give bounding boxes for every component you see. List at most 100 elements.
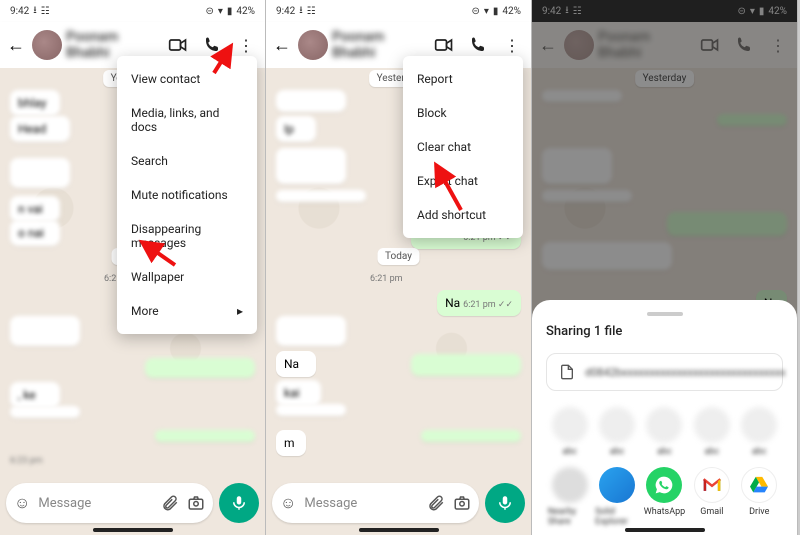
- share-drive[interactable]: Drive: [737, 467, 781, 527]
- battery-icon: ▮: [227, 6, 233, 17]
- nearby-share-row: abc abc abc abc abc: [546, 407, 783, 457]
- share-label: Nearby Share: [548, 507, 592, 527]
- phone-screenshot-3: 9:42 ⭳ ☷ ⊝ ▾ ▮ 42% ← Poonam Bhabhi ⋮ Yes…: [532, 0, 798, 535]
- chat-bubble: [10, 158, 70, 188]
- attach-button[interactable]: [427, 494, 445, 512]
- menu-report[interactable]: Report: [403, 62, 523, 96]
- menu-export-chat[interactable]: Export chat: [403, 164, 523, 198]
- timestamp: 6:21 pm: [370, 274, 403, 284]
- chat-bubble: Head: [10, 116, 70, 142]
- drive-icon: [741, 467, 777, 503]
- chat-bubble: [276, 148, 346, 184]
- nearby-target[interactable]: abc: [595, 407, 639, 457]
- avatar[interactable]: [298, 30, 328, 60]
- chat-bubble: m: [276, 430, 306, 456]
- statusbar: 9:42 ⭳ ☷ ⊝ ▾ ▮ 42%: [266, 0, 531, 22]
- chevron-right-icon: ▸: [237, 304, 243, 318]
- share-label: WhatsApp: [644, 507, 685, 517]
- download-icon: ⭳: [299, 3, 303, 20]
- message-input-container: ☺ Message: [6, 483, 213, 523]
- battery-level: 42%: [502, 6, 521, 17]
- mic-button[interactable]: [219, 483, 259, 523]
- chat-bubble: Ip: [276, 116, 316, 142]
- menu-media-links-docs[interactable]: Media, links, and docs: [117, 96, 257, 144]
- back-button[interactable]: ←: [4, 35, 28, 56]
- chat-bubble: kai: [276, 380, 321, 406]
- nav-bar[interactable]: [93, 528, 173, 532]
- message-input[interactable]: Message: [38, 496, 153, 511]
- menu-block[interactable]: Block: [403, 96, 523, 130]
- chat-bubble-out: Na 6:21 pm ✓✓: [437, 290, 521, 316]
- menu-view-contact[interactable]: View contact: [117, 62, 257, 96]
- chat-bubble: [276, 190, 366, 202]
- solid-explorer-icon: [599, 467, 635, 503]
- mic-button[interactable]: [485, 483, 525, 523]
- message-input-container: ☺ Message: [272, 483, 479, 523]
- message-bar: ☺ Message: [272, 483, 525, 523]
- camera-button[interactable]: [187, 494, 205, 512]
- calendar-icon: ☷: [41, 6, 50, 17]
- share-sheet: Sharing 1 file d0842bxxxxxxxxxxxxxxxxxxx…: [532, 300, 797, 535]
- dnd-icon: ⊝: [471, 6, 479, 17]
- file-name: d0842bxxxxxxxxxxxxxxxxxxxxxxxxxxxxxx: [585, 366, 786, 379]
- gmail-icon: [694, 467, 730, 503]
- share-label: Drive: [749, 507, 769, 517]
- nearby-target[interactable]: abc: [642, 407, 686, 457]
- nearby-target[interactable]: abc: [690, 407, 734, 457]
- menu-wallpaper[interactable]: Wallpaper: [117, 260, 257, 294]
- chat-bubble: [421, 430, 521, 442]
- timestamp: 6:23 pm: [10, 456, 43, 466]
- nearby-target[interactable]: abc: [737, 407, 781, 457]
- message-input[interactable]: Message: [304, 496, 419, 511]
- wifi-icon: ▾: [218, 6, 223, 17]
- calendar-icon: ☷: [307, 6, 316, 17]
- nearby-share-icon: [552, 467, 588, 503]
- menu-more-label: More: [131, 304, 159, 318]
- share-label: Gmail: [700, 507, 723, 517]
- dnd-icon: ⊝: [205, 6, 213, 17]
- download-icon: ⭳: [33, 3, 37, 20]
- battery-level: 42%: [236, 6, 255, 17]
- chat-bubble: [276, 316, 346, 346]
- nearby-target[interactable]: abc: [548, 407, 592, 457]
- share-gmail[interactable]: Gmail: [690, 467, 734, 527]
- bubble-text: Na: [445, 296, 460, 310]
- menu-disappearing-messages[interactable]: Disappearing messages: [117, 212, 257, 260]
- share-whatsapp[interactable]: WhatsApp: [642, 467, 686, 527]
- chat-bubble: [145, 358, 255, 378]
- avatar[interactable]: [32, 30, 62, 60]
- status-time: 9:42: [276, 6, 295, 17]
- timestamp: 6:21 pm ✓✓: [463, 300, 513, 310]
- share-nearby[interactable]: Nearby Share: [548, 467, 592, 527]
- chat-bubble: Na: [276, 351, 316, 377]
- nav-bar[interactable]: [359, 528, 439, 532]
- chat-bubble: [276, 404, 346, 416]
- menu-clear-chat[interactable]: Clear chat: [403, 130, 523, 164]
- menu-mute-notifications[interactable]: Mute notifications: [117, 178, 257, 212]
- chat-bubble: o nai: [10, 220, 60, 246]
- camera-button[interactable]: [453, 494, 471, 512]
- nav-bar[interactable]: [625, 528, 705, 532]
- chat-bubble: n vai: [10, 196, 60, 222]
- emoji-button[interactable]: ☺: [280, 493, 296, 513]
- menu-add-shortcut[interactable]: Add shortcut: [403, 198, 523, 232]
- battery-icon: ▮: [493, 6, 499, 17]
- date-chip-today: Today: [377, 248, 420, 265]
- share-label: Solid Explorer: [595, 507, 639, 527]
- sheet-handle[interactable]: [647, 312, 683, 316]
- emoji-button[interactable]: ☺: [14, 493, 30, 513]
- sheet-title: Sharing 1 file: [546, 324, 783, 339]
- menu-more[interactable]: More ▸: [117, 294, 257, 328]
- file-row[interactable]: d0842bxxxxxxxxxxxxxxxxxxxxxxxxxxxxxx: [546, 353, 783, 391]
- whatsapp-icon: [646, 467, 682, 503]
- menu-search[interactable]: Search: [117, 144, 257, 178]
- attach-button[interactable]: [161, 494, 179, 512]
- app-share-row: Nearby Share Solid Explorer WhatsApp Gma…: [546, 467, 783, 527]
- back-button[interactable]: ←: [270, 35, 294, 56]
- options-menu: View contact Media, links, and docs Sear…: [117, 56, 257, 334]
- chat-bubble: bhlay: [10, 90, 60, 116]
- share-solid-explorer[interactable]: Solid Explorer: [595, 467, 639, 527]
- chat-bubble: , ke: [10, 382, 60, 408]
- file-icon: [559, 364, 575, 380]
- phone-screenshot-2: 9:42 ⭳ ☷ ⊝ ▾ ▮ 42% ← Poonam Bhabhi ⋮ Yes…: [266, 0, 532, 535]
